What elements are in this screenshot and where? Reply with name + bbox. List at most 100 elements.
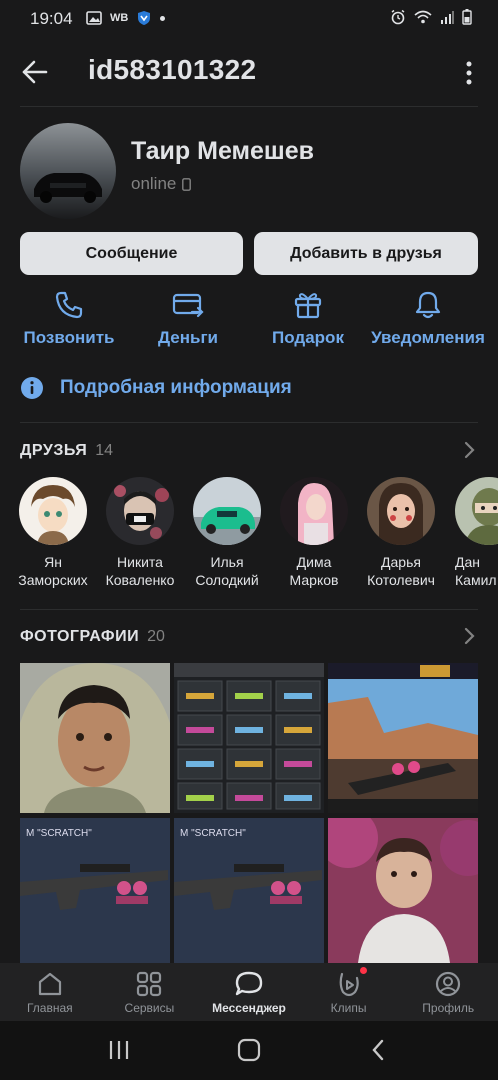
bell-icon [415,291,441,319]
phone-icon [55,291,83,319]
tab-profile-label: Профиль [422,1001,475,1015]
back-arrow-icon[interactable] [20,58,50,86]
back-nav-icon[interactable] [369,1038,387,1062]
friend-last-name: Марков [289,572,339,588]
notifications-action[interactable]: Уведомления [369,290,487,348]
wifi-icon [414,10,432,24]
friend-avatar [455,477,498,545]
tab-services-label: Сервисы [124,1001,175,1015]
friends-divider [20,609,478,610]
friend-item[interactable]: Дима Марков [270,477,358,589]
messenger-icon [235,971,263,996]
tab-profile[interactable]: Профиль [398,963,498,1021]
gift-action[interactable]: Подарок [249,290,367,348]
friend-item[interactable]: Дарья Котолевич [357,477,445,589]
profile-icon [436,971,461,997]
friends-count: 14 [95,442,114,459]
dot-icon [160,15,166,21]
services-icon [137,971,162,997]
add-friend-button[interactable]: Добавить в друзья [254,232,478,275]
tab-clips[interactable]: Клипы [299,963,399,1021]
page-title: id583101322 [88,54,257,85]
tab-services[interactable]: Сервисы [100,963,200,1021]
money-action-label: Деньги [157,328,219,347]
photo-thumbnail[interactable]: M "SCRATCH" [20,818,170,963]
friend-first-name: Дарья [381,554,421,570]
photos-count: 20 [147,628,165,645]
detailed-info-link[interactable]: Подробная информация [20,376,292,400]
friend-item[interactable]: Ян Заморских [9,477,97,589]
tab-home-label: Главная [26,1001,73,1015]
bottom-tab-bar: Главная Сервисы Мессенджер Клипы Профиль [0,963,498,1021]
friends-header[interactable]: ДРУЗЬЯ 14 [20,442,113,460]
photos-chevron-right-icon[interactable] [462,627,476,645]
alarm-icon [391,9,405,25]
money-action[interactable]: Деньги [129,290,247,348]
friends-title: ДРУЗЬЯ [20,442,88,459]
friend-avatar [367,477,435,545]
home-nav-icon[interactable] [237,1038,261,1062]
call-action-label: Позвонить [23,328,115,347]
message-button[interactable]: Сообщение [20,232,243,275]
photo-thumbnail[interactable] [174,663,324,813]
friend-last-name: Коваленко [105,572,175,588]
friend-first-name: Никита [117,554,163,570]
system-navigation-bar [0,1021,498,1080]
svg-text:M "SCRATCH": M "SCRATCH" [26,828,92,839]
friend-avatar [106,477,174,545]
more-options-icon[interactable] [460,60,478,86]
home-icon [38,972,61,996]
friend-item[interactable]: Дан Камил [444,477,498,589]
friend-item[interactable]: Илья Солодкий [183,477,271,589]
profile-avatar[interactable] [20,123,116,219]
friend-first-name: Дан [455,554,480,570]
photo-thumbnail[interactable] [328,818,478,963]
friend-avatar [19,477,87,545]
notifications-action-label: Уведомления [371,328,485,347]
friend-last-name: Камил [455,572,497,588]
tab-messenger[interactable]: Мессенджер [199,963,299,1021]
tab-home[interactable]: Главная [0,963,100,1021]
tab-clips-label: Клипы [330,1001,367,1015]
svg-text:M "SCRATCH": M "SCRATCH" [180,828,246,839]
info-icon [21,377,43,399]
signal-icon [441,11,454,24]
friend-last-name: Солодкий [195,572,259,588]
detailed-info-label: Подробная информация [60,377,292,398]
friend-last-name: Заморских [18,572,88,588]
photo-thumbnail[interactable] [328,663,478,813]
tab-messenger-label: Мессенджер [212,1001,286,1015]
photos-title: ФОТОГРАФИИ [20,628,140,645]
online-status-text: online [131,174,177,193]
call-action[interactable]: Позвонить [10,290,128,348]
status-bar: 19:04 WB [0,0,498,38]
photo-thumbnail[interactable] [20,663,170,813]
recent-apps-icon[interactable] [108,1039,130,1061]
photo-thumbnail[interactable]: M "SCRATCH" [174,818,324,963]
carrier-label: WB [110,12,129,24]
friends-chevron-right-icon[interactable] [462,441,476,459]
top-app-bar: id583101322 [0,38,498,106]
friend-first-name: Ян [44,554,62,570]
gift-icon [294,293,322,319]
gift-action-label: Подарок [272,328,344,347]
friend-last-name: Котолевич [367,572,435,588]
gallery-icon [86,11,102,25]
profile-name: Таир Мемешев [131,137,315,165]
money-transfer-icon [172,293,204,318]
status-left-icons: WB [86,10,166,26]
clips-notification-dot [359,967,367,974]
clips-icon [339,972,359,997]
mobile-device-icon [182,177,192,191]
friend-first-name: Илья [210,554,244,570]
friend-item[interactable]: Никита Коваленко [96,477,184,589]
shield-app-icon [138,11,151,25]
friend-avatar [193,477,261,545]
friend-first-name: Дима [296,554,332,570]
status-right-icons [390,9,472,25]
status-time: 19:04 [30,9,73,28]
friend-avatar [280,477,348,545]
photos-header[interactable]: ФОТОГРАФИИ 20 [20,628,165,646]
header-divider [20,106,478,107]
battery-icon [462,9,472,25]
